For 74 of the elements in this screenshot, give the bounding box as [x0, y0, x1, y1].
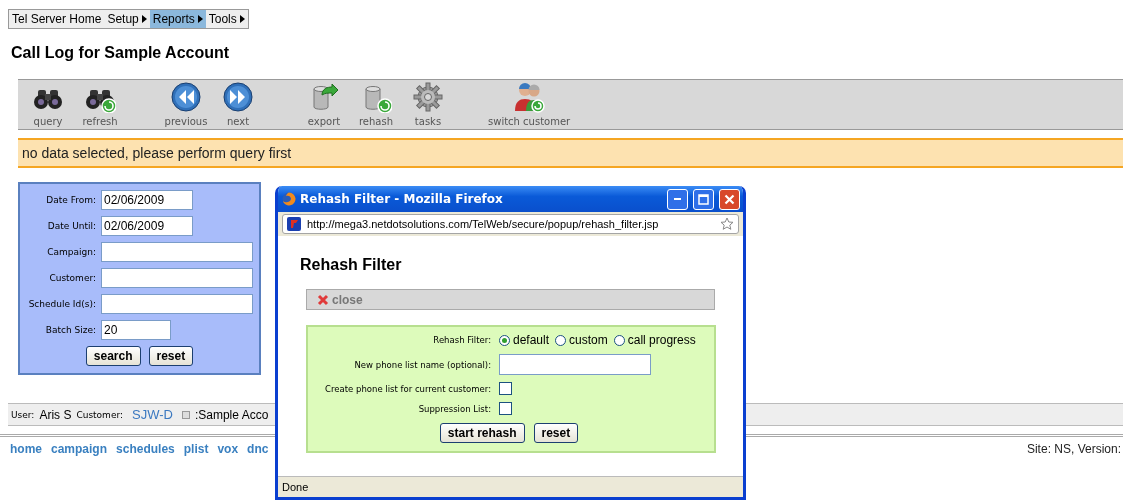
menu-item[interactable]: Setup [104, 10, 150, 28]
field-label: Campaign: [46, 247, 96, 257]
rewind-icon [170, 81, 202, 113]
square-icon [181, 410, 190, 419]
close-button[interactable]: close [306, 289, 715, 310]
nav-link[interactable]: vox [217, 442, 239, 456]
nav-link[interactable]: plist [183, 442, 209, 456]
input-field[interactable] [101, 268, 253, 288]
maximize-button[interactable] [693, 188, 714, 210]
form-button[interactable]: reset [533, 423, 579, 443]
nav-link[interactable]: schedules [116, 442, 175, 456]
account-name: :Sample Acco [194, 407, 269, 422]
site-info: Site: NS, Version: [1026, 442, 1121, 456]
toolbar-button[interactable]: tasks [402, 81, 454, 129]
nav-link[interactable]: dnc [247, 442, 269, 456]
input-field[interactable]: 20 [101, 320, 171, 340]
star-icon [720, 217, 734, 231]
radio-button[interactable] [555, 334, 567, 346]
input-field[interactable] [101, 294, 253, 314]
maximize-icon [698, 193, 709, 205]
toolbar-button[interactable]: previous [160, 81, 212, 129]
menu-item[interactable]: Tel Server Home [9, 10, 105, 28]
form-button[interactable]: search [85, 346, 141, 366]
cross-icon [317, 293, 329, 306]
input-field[interactable] [101, 242, 253, 262]
users-icon [513, 81, 546, 113]
user-label: User: [11, 409, 35, 420]
toolbar-button[interactable]: query [22, 81, 74, 129]
minimize-icon [674, 198, 681, 200]
menu-item[interactable]: Tools [205, 10, 248, 28]
toolbar-button[interactable]: rehash [350, 81, 402, 129]
radio-button[interactable] [613, 334, 625, 346]
radio-option[interactable]: default [499, 333, 550, 347]
field-label: Date Until: [46, 221, 96, 231]
field-label: Date From: [45, 195, 96, 205]
field-label: Schedule Id(s): [27, 299, 96, 309]
toolbar-button[interactable]: switch customer [488, 81, 571, 129]
radio-option[interactable]: call progress [613, 333, 696, 347]
checkbox[interactable] [499, 402, 512, 415]
customer-label: Customer: [76, 409, 123, 420]
close-window-button[interactable] [719, 188, 740, 210]
app-icon [282, 192, 296, 206]
form-button[interactable]: reset [148, 346, 194, 366]
customer-link[interactable]: SJW-D [132, 407, 173, 422]
toolbar-button[interactable]: next [212, 81, 264, 129]
input-field[interactable]: 02/06/2009 [101, 216, 193, 236]
field-label: Suppression List: [417, 403, 491, 414]
window-title: Rehash Filter - Mozilla Firefox [300, 192, 504, 206]
field-label: Batch Size: [44, 325, 96, 335]
field-label: Rehash Filter: [432, 335, 491, 345]
close-icon [724, 193, 735, 205]
toolbar-button[interactable]: refresh [74, 81, 126, 129]
input-field[interactable] [499, 354, 651, 375]
user-name: Aris S [39, 407, 72, 422]
fast-forward-icon [222, 81, 254, 113]
alert-message: no data selected, please perform query first [21, 144, 293, 163]
address-field[interactable]: http://mega3.netdotsolutions.com/TelWeb/secure/popup/rehash_filter.jsp [282, 214, 739, 234]
field-label: Create phone list for current customer: [324, 383, 491, 394]
radio-option[interactable]: custom [555, 333, 608, 347]
input-field[interactable]: 02/06/2009 [101, 190, 193, 210]
field-label: New phone list name (optional): [353, 359, 491, 370]
nav-link[interactable]: campaign [51, 442, 108, 456]
status-text: Done [282, 481, 309, 493]
checkbox[interactable] [499, 382, 512, 395]
site-icon [287, 217, 301, 231]
menu-item[interactable]: Reports [149, 10, 206, 28]
page-title: Call Log for Sample Account [11, 44, 231, 62]
toolbar-button[interactable]: export [298, 81, 350, 129]
popup-heading: Rehash Filter [300, 256, 403, 274]
field-label: Customer: [48, 273, 96, 283]
radio-button[interactable] [499, 334, 510, 346]
form-button[interactable]: start rehash [439, 423, 525, 443]
nav-link[interactable]: home [10, 442, 42, 456]
minimize-button[interactable] [667, 188, 688, 210]
